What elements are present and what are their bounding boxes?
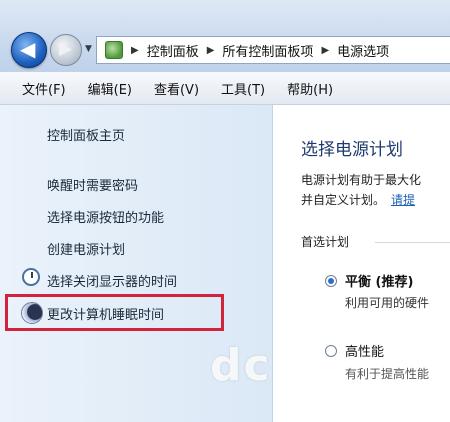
breadcrumb[interactable]: ▶ 控制面板 ▶ 所有控制面板项 ▶ 电源选项 bbox=[96, 36, 450, 64]
control-panel-home-link[interactable]: 控制面板主页 bbox=[47, 125, 125, 144]
choose-power-button-action-link[interactable]: 选择电源按钮的功能 bbox=[47, 207, 164, 226]
high-performance-plan-desc: 有利于提高性能 bbox=[345, 367, 430, 381]
preferred-plans-label: 首选计划 bbox=[301, 235, 350, 249]
back-button[interactable]: ◀ bbox=[11, 32, 47, 68]
menu-tools[interactable]: 工具(T) bbox=[221, 79, 265, 98]
menu-view[interactable]: 查看(V) bbox=[154, 79, 199, 98]
breadcrumb-control-panel[interactable]: 控制面板 bbox=[147, 41, 199, 60]
balanced-plan-radio[interactable] bbox=[325, 275, 337, 287]
description-line-1: 电源计划有助于最大化 bbox=[301, 173, 422, 187]
breadcrumb-all-items[interactable]: 所有控制面板项 bbox=[222, 41, 313, 60]
forward-button[interactable]: ▶ bbox=[50, 34, 82, 66]
divider bbox=[375, 242, 450, 243]
balanced-plan-desc: 利用可用的硬件 bbox=[345, 296, 430, 310]
menu-bar: 文件(F) 编辑(E) 查看(V) 工具(T) 帮助(H) bbox=[0, 72, 450, 105]
breadcrumb-power-options[interactable]: 电源选项 bbox=[337, 41, 389, 60]
address-bar: ◀ ▶ ▼ ▶ 控制面板 ▶ 所有控制面板项 ▶ 电源选项 bbox=[0, 0, 450, 73]
forward-arrow-icon: ▶ bbox=[59, 39, 73, 59]
display-clock-icon bbox=[22, 268, 40, 286]
breadcrumb-separator-icon[interactable]: ▶ bbox=[321, 45, 329, 56]
breadcrumb-separator-icon[interactable]: ▶ bbox=[131, 45, 139, 56]
menu-edit[interactable]: 编辑(E) bbox=[88, 79, 132, 98]
watermark: dc bbox=[210, 340, 272, 391]
menu-file[interactable]: 文件(F) bbox=[22, 79, 66, 98]
turn-off-display-link[interactable]: 选择关闭显示器的时间 bbox=[47, 271, 177, 290]
high-performance-plan-name[interactable]: 高性能 bbox=[345, 341, 384, 360]
page-title: 选择电源计划 bbox=[301, 140, 403, 160]
main-content: 选择电源计划 电源计划有助于最大化 并自定义计划。 请提 首选计划 平衡 (推荐)… bbox=[273, 105, 450, 422]
description-text: 并自定义计划。 bbox=[301, 193, 386, 207]
menu-help[interactable]: 帮助(H) bbox=[287, 79, 333, 98]
back-arrow-icon: ◀ bbox=[20, 37, 36, 61]
control-panel-icon bbox=[105, 41, 123, 59]
highlight-box bbox=[5, 294, 224, 331]
breadcrumb-separator-icon[interactable]: ▶ bbox=[207, 45, 215, 56]
require-password-on-wakeup-link[interactable]: 唤醒时需要密码 bbox=[47, 175, 138, 194]
tell-me-more-link[interactable]: 请提 bbox=[391, 193, 415, 207]
create-power-plan-link[interactable]: 创建电源计划 bbox=[47, 239, 125, 258]
description-line-2: 并自定义计划。 请提 bbox=[301, 191, 415, 208]
balanced-plan-name[interactable]: 平衡 (推荐) bbox=[345, 271, 413, 290]
high-performance-plan-radio[interactable] bbox=[325, 345, 337, 357]
history-dropdown-icon[interactable]: ▼ bbox=[85, 44, 92, 54]
